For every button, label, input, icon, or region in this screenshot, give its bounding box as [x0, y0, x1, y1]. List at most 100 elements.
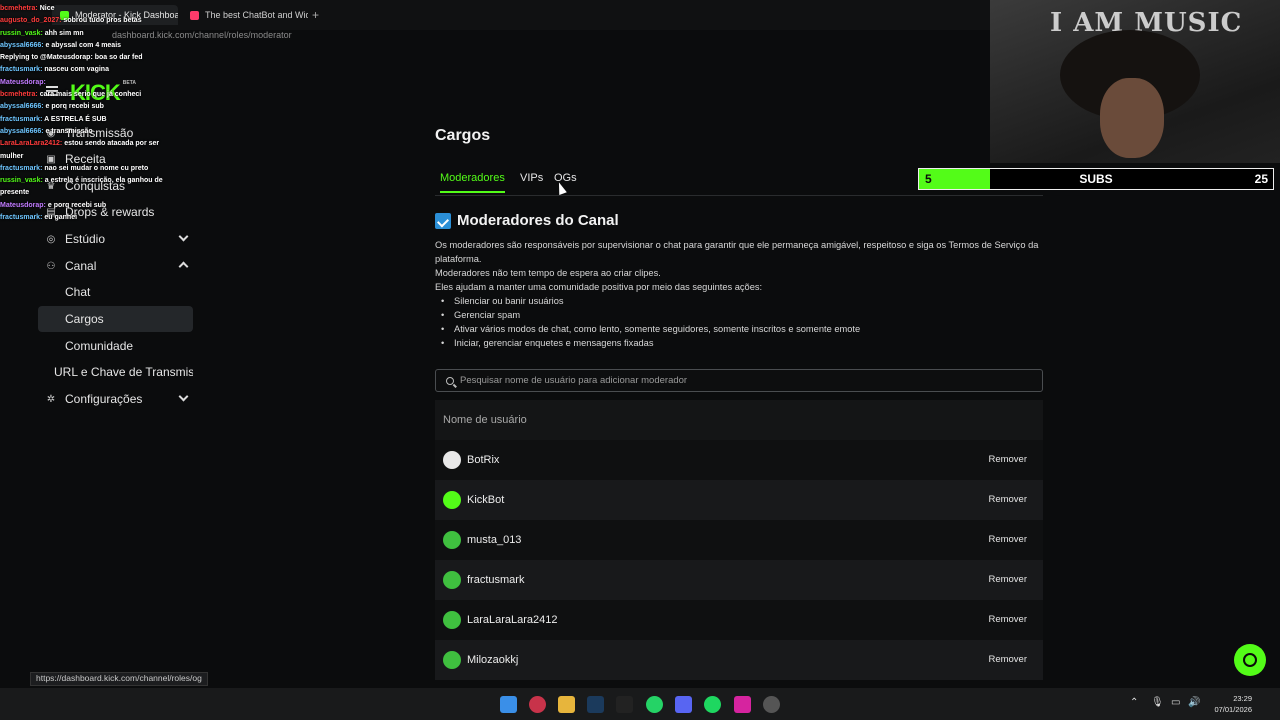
- headset-icon: [1243, 653, 1257, 667]
- table-row: LaraLaraLara2412 Remover: [435, 600, 1043, 640]
- chat-message: LaraLaraLara2412: estou sendo atacada po…: [0, 138, 175, 163]
- table-row: Milozaokkj Remover: [435, 640, 1043, 680]
- chevron-up-tray-icon[interactable]: ⌃: [1130, 697, 1138, 708]
- remove-moderator-button[interactable]: Remover: [988, 454, 1027, 465]
- desc-line: Moderadores não tem tempo de espera ao c…: [435, 268, 661, 278]
- remove-moderator-button[interactable]: Remover: [988, 534, 1027, 545]
- new-tab-button[interactable]: +: [312, 8, 319, 22]
- browser-tab-chatbot[interactable]: The best ChatBot and Wid: [182, 5, 308, 25]
- chat-username: bcmehetra:: [0, 5, 38, 12]
- chat-username: fractusmark:: [0, 214, 43, 222]
- subs-goal-bar: 5 SUBS 25: [918, 168, 1274, 190]
- chat-username: abyssal6666:: [0, 41, 44, 49]
- browser-tab-label: The best ChatBot and Wid: [205, 10, 308, 20]
- steam-icon[interactable]: [587, 696, 604, 713]
- search-input[interactable]: [460, 375, 1020, 386]
- moderator-name: LaraLaraLara2412: [467, 614, 558, 626]
- remove-moderator-button[interactable]: Remover: [988, 494, 1027, 505]
- list-item: Iniciar, gerenciar enquetes e mensagens …: [435, 336, 1045, 350]
- chat-text: A ESTRELA É SUB: [44, 115, 107, 123]
- instagram-icon[interactable]: [734, 696, 751, 713]
- chat-text: e porq recebi sub: [45, 103, 104, 111]
- windows-taskbar: ⌃ 🎙 ▭ 🔊 23:29 07/01/2026: [0, 688, 1280, 720]
- webcam-overlay: I AM MUSIC: [990, 0, 1280, 163]
- chat-text: Nice: [39, 5, 55, 12]
- sidebar-item-url-chave[interactable]: URL e Chave de Transmissã: [38, 359, 193, 385]
- opera-icon[interactable]: [529, 696, 546, 713]
- link-status-url: https://dashboard.kick.com/channel/roles…: [30, 672, 208, 686]
- sidebar-item-chat[interactable]: Chat: [38, 279, 193, 305]
- table-header: Nome de usuário: [435, 400, 1043, 440]
- section-title: Moderadores do Canal: [435, 212, 619, 229]
- chat-username: augusto_do_2027:: [0, 17, 62, 25]
- chat-username: Mateusdorap:: [0, 78, 46, 86]
- chat-message: Mateusdorap: e porq recebi sub: [0, 200, 175, 212]
- microphone-icon[interactable]: 🎙: [1151, 697, 1164, 708]
- webcam-face: [1100, 78, 1164, 158]
- remove-moderator-button[interactable]: Remover: [988, 614, 1027, 625]
- remove-moderator-button[interactable]: Remover: [988, 654, 1027, 665]
- chat-username: LaraLaraLara2412:: [0, 140, 63, 148]
- clock-time: 23:29: [1233, 694, 1252, 703]
- chat-message: augusto_do_2027: sobrou tudo pros betas: [0, 15, 175, 27]
- chat-message: fractusmark: nao sei mudar o nome cu pre…: [0, 163, 175, 175]
- spotify-icon[interactable]: [704, 696, 721, 713]
- moderators-description: Os moderadores são responsáveis por supe…: [435, 238, 1045, 350]
- moderator-search: [435, 369, 1043, 392]
- tab-vips[interactable]: VIPs: [520, 172, 543, 184]
- chat-message: russin_vask: a estrela é inscrição, ela …: [0, 175, 175, 200]
- system-clock[interactable]: 23:29 07/01/2026: [1214, 693, 1252, 715]
- chat-message: bcmehetra: Nice: [0, 3, 175, 15]
- desc-line: Eles ajudam a manter uma comunidade posi…: [435, 282, 763, 292]
- table-row: BotRix Remover: [435, 440, 1043, 480]
- list-item: Gerenciar spam: [435, 308, 1045, 322]
- chat-message: abyssal6666: e abyssal com 4 meais: [0, 40, 175, 52]
- sidebar-item-cargos[interactable]: Cargos: [38, 306, 193, 332]
- chat-message: Replying to @Mateusdorap: boa so dar fed: [0, 52, 175, 64]
- chat-text: nao sei mudar o nome cu preto: [44, 164, 149, 172]
- chat-message: Mateusdorap:: [0, 77, 175, 89]
- clock-date: 07/01/2026: [1214, 705, 1252, 714]
- chat-text: eu ganhei: [44, 214, 78, 222]
- desc-line: Os moderadores são responsáveis por supe…: [435, 240, 1039, 264]
- whatsapp-icon[interactable]: [646, 696, 663, 713]
- chat-message: bcmehetra: cara mais serio que já conhec…: [0, 89, 175, 101]
- chat-text: sobrou tudo pros betas: [63, 17, 142, 25]
- studio-icon: ◎: [46, 233, 56, 245]
- table-row: fractusmark Remover: [435, 560, 1043, 600]
- chat-message: fractusmark: eu ganhei: [0, 212, 175, 224]
- remove-moderator-button[interactable]: Remover: [988, 574, 1027, 585]
- subs-label: SUBS: [1079, 172, 1113, 186]
- search-icon: [446, 376, 454, 385]
- avatar: [443, 611, 461, 629]
- subs-goal: 25: [1254, 172, 1268, 186]
- sidebar-item-comunidade[interactable]: Comunidade: [38, 333, 193, 359]
- avatar: [443, 491, 461, 509]
- list-item: Silenciar ou banir usuários: [435, 294, 1045, 308]
- chat-username: fractusmark:: [0, 115, 43, 123]
- botrix-favicon-icon: [190, 10, 199, 20]
- moderator-name: BotRix: [467, 454, 500, 466]
- app-icon[interactable]: [763, 696, 780, 713]
- chat-username: abyssal6666:: [0, 127, 44, 135]
- chat-username: russin_vask:: [0, 177, 43, 185]
- moderator-name: Milozaokkj: [467, 654, 519, 666]
- volume-icon[interactable]: 🔊: [1188, 697, 1200, 708]
- discord-icon[interactable]: [675, 696, 692, 713]
- tiktok-icon[interactable]: [616, 696, 633, 713]
- support-chat-button[interactable]: [1234, 644, 1266, 676]
- tab-moderadores[interactable]: Moderadores: [440, 172, 505, 193]
- sidebar-item-estudio[interactable]: ◎ Estúdio: [38, 226, 193, 252]
- avatar: [443, 451, 461, 469]
- sidebar-item-canal[interactable]: ⚇ Canal: [38, 253, 193, 279]
- channel-icon: ⚇: [46, 260, 56, 272]
- network-icon[interactable]: ▭: [1171, 697, 1180, 708]
- file-explorer-icon[interactable]: [558, 696, 575, 713]
- stream-chat-overlay: bcmehetra: Nice augusto_do_2027: sobrou t…: [0, 3, 175, 224]
- windows-start-icon[interactable]: [500, 696, 517, 713]
- avatar: [443, 571, 461, 589]
- moderators-table: Nome de usuário BotRix Remover KickBot Remo…: [435, 400, 1043, 680]
- sidebar-item-configuracoes[interactable]: ✲ Configurações: [38, 386, 193, 412]
- chevron-down-icon: [178, 231, 189, 243]
- gear-icon: ✲: [46, 393, 56, 405]
